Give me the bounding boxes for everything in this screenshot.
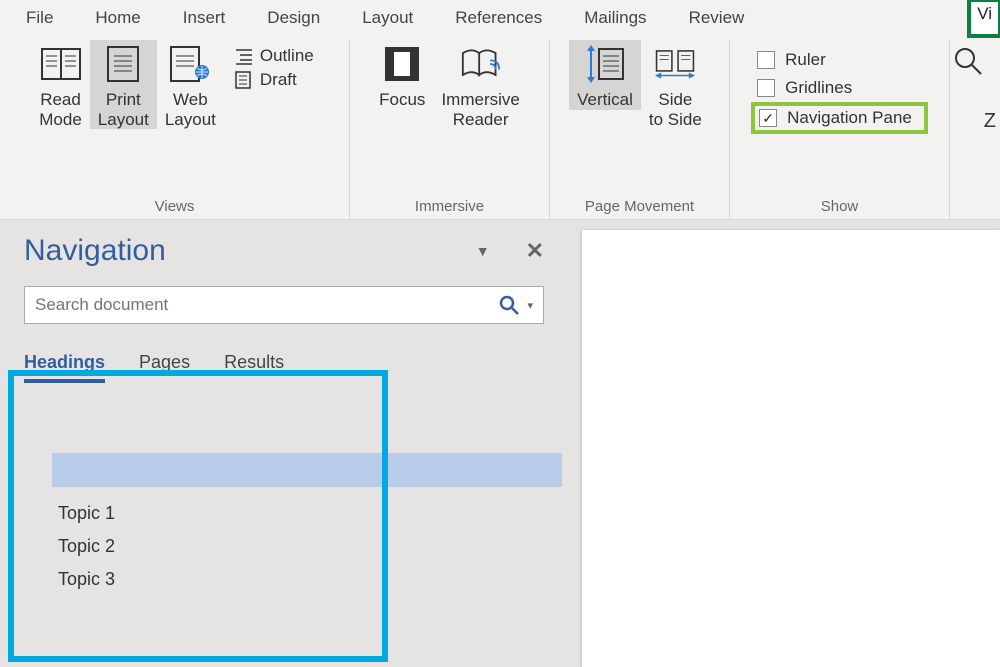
draft-label: Draft	[260, 70, 297, 90]
vertical-button[interactable]: Vertical	[569, 40, 641, 110]
workspace: Navigation ▼ ✕ ▾ Headings Pages Results …	[0, 220, 1000, 667]
menu-home[interactable]: Home	[95, 8, 140, 28]
tab-pages[interactable]: Pages	[139, 352, 190, 383]
group-show: Ruler Gridlines ✓ Navigation Pane Show	[730, 40, 950, 219]
menu-references[interactable]: References	[455, 8, 542, 28]
read-mode-label: ReadMode	[39, 90, 82, 129]
menu-review[interactable]: Review	[689, 8, 745, 28]
focus-icon	[382, 44, 422, 84]
print-layout-icon	[103, 44, 143, 84]
web-layout-label: WebLayout	[165, 90, 216, 129]
outline-button[interactable]: Outline	[230, 44, 318, 68]
document-area	[568, 220, 1000, 667]
ruler-checkbox[interactable]: Ruler	[751, 46, 832, 74]
search-dropdown-icon[interactable]: ▾	[527, 299, 533, 312]
tab-results[interactable]: Results	[224, 352, 284, 383]
draft-button[interactable]: Draft	[230, 68, 318, 92]
menu-mailings[interactable]: Mailings	[584, 8, 646, 28]
navigation-dropdown-icon[interactable]: ▼	[476, 243, 490, 259]
group-views-label: Views	[0, 198, 349, 215]
group-page-movement: Vertical Sideto Side Page Movement	[550, 40, 730, 219]
menu-file[interactable]: File	[26, 8, 53, 28]
search-input[interactable]	[35, 295, 499, 315]
menu-bar: File Home Insert Design Layout Reference…	[0, 0, 1000, 36]
navigation-close-icon[interactable]: ✕	[526, 238, 544, 264]
zoom-label-partial: Z	[984, 110, 996, 133]
focus-button[interactable]: Focus	[371, 40, 433, 110]
side-to-side-icon	[655, 44, 695, 84]
group-views: ReadMode PrintLayout WebLayout Outline	[0, 40, 350, 219]
document-page[interactable]	[582, 230, 1000, 667]
focus-label: Focus	[379, 90, 425, 110]
outline-icon	[234, 46, 254, 66]
group-zoom-partial	[950, 40, 986, 219]
checkbox-unchecked-icon	[757, 79, 775, 97]
menu-design[interactable]: Design	[267, 8, 320, 28]
navigation-pane-label: Navigation Pane	[787, 108, 912, 128]
group-page-movement-label: Page Movement	[550, 198, 729, 215]
navigation-pane: Navigation ▼ ✕ ▾ Headings Pages Results …	[0, 220, 568, 667]
navigation-pane-checkbox-highlighted[interactable]: ✓ Navigation Pane	[751, 102, 928, 134]
checkbox-unchecked-icon	[757, 51, 775, 69]
group-show-label: Show	[730, 198, 949, 215]
ribbon: ReadMode PrintLayout WebLayout Outline	[0, 36, 1000, 220]
menu-view-label: Vi	[977, 4, 992, 24]
heading-item[interactable]: Topic 2	[58, 530, 550, 563]
read-mode-button[interactable]: ReadMode	[31, 40, 90, 129]
heading-item[interactable]: Topic 1	[58, 497, 550, 530]
navigation-title: Navigation	[24, 234, 166, 268]
ruler-label: Ruler	[785, 50, 826, 70]
print-layout-label: PrintLayout	[98, 90, 149, 129]
print-layout-button[interactable]: PrintLayout	[90, 40, 157, 129]
side-to-side-label: Sideto Side	[649, 90, 702, 129]
selected-heading-row[interactable]	[52, 453, 562, 487]
immersive-reader-button[interactable]: ImmersiveReader	[433, 40, 527, 129]
group-immersive: Focus ImmersiveReader Immersive	[350, 40, 550, 219]
web-layout-button[interactable]: WebLayout	[157, 40, 224, 129]
gridlines-checkbox[interactable]: Gridlines	[751, 74, 858, 102]
navigation-tabs: Headings Pages Results	[24, 352, 550, 383]
headings-list: Topic 1 Topic 2 Topic 3	[58, 497, 550, 596]
menu-insert[interactable]: Insert	[183, 8, 226, 28]
search-document-field[interactable]: ▾	[24, 286, 544, 324]
vertical-icon	[585, 44, 625, 84]
gridlines-label: Gridlines	[785, 78, 852, 98]
checkbox-checked-icon: ✓	[759, 109, 777, 127]
side-to-side-button[interactable]: Sideto Side	[641, 40, 710, 129]
web-layout-icon	[170, 44, 210, 84]
menu-layout[interactable]: Layout	[362, 8, 413, 28]
menu-view-highlighted[interactable]: Vi	[967, 0, 1000, 38]
draft-icon	[234, 70, 254, 90]
read-mode-icon	[41, 44, 81, 84]
tab-headings[interactable]: Headings	[24, 352, 105, 383]
outline-label: Outline	[260, 46, 314, 66]
group-immersive-label: Immersive	[350, 198, 549, 215]
immersive-reader-icon	[461, 44, 501, 84]
search-icon[interactable]	[499, 295, 519, 315]
zoom-icon	[953, 46, 983, 76]
vertical-label: Vertical	[577, 90, 633, 110]
heading-item[interactable]: Topic 3	[58, 563, 550, 596]
immersive-reader-label: ImmersiveReader	[441, 90, 519, 129]
